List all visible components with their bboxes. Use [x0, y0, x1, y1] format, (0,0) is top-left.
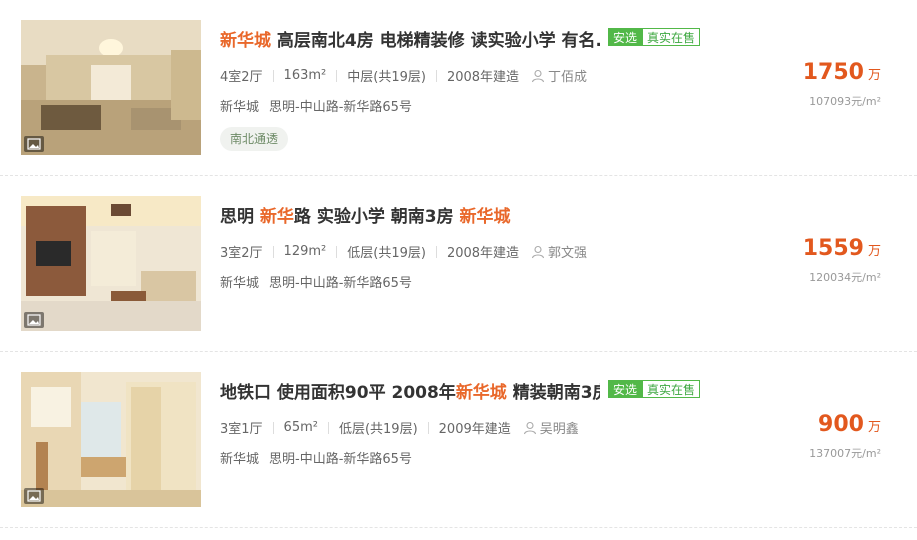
- person-icon: [523, 421, 536, 434]
- price-unit: 万: [867, 244, 881, 259]
- listing-list: 新华城 高层南北4房 电梯精装修 读实验小学 有名... 安选 真实在售 4室2…: [0, 0, 917, 528]
- build-year: 2008年建造: [446, 70, 520, 85]
- total-price: 1750 万: [803, 60, 881, 85]
- floor-area: 163m²: [283, 68, 327, 83]
- listing-card: 思明 新华路 实验小学 朝南3房 新华城 3室2厅 129m² 低层(共19层)…: [0, 176, 917, 352]
- photo-gallery-icon: [24, 488, 44, 504]
- agent-name: 郭文强: [548, 246, 588, 261]
- on-sale-badge: 真实在售: [642, 28, 701, 46]
- price-unit: 万: [867, 68, 881, 83]
- room-photo-bedroom: [21, 372, 201, 507]
- listing-meta: 4室2厅 163m² 中层(共19层) 2008年建造 丁佰成: [220, 66, 587, 85]
- photo-gallery-icon: [24, 136, 44, 152]
- anxuan-badge: 安选: [608, 380, 643, 398]
- total-price: 1559 万: [803, 236, 881, 261]
- unit-price: 107093元/m²: [809, 95, 881, 108]
- title-part: 新华城: [459, 207, 511, 227]
- room-layout: 3室1厅: [220, 422, 263, 437]
- photo-gallery-icon: [24, 312, 44, 328]
- title-part: 新华城: [220, 31, 271, 51]
- room-layout: 4室2厅: [220, 70, 263, 85]
- listing-title[interactable]: 地铁口 使用面积90平 2008年新华城 精装朝南3房...: [220, 378, 600, 403]
- listing-photo[interactable]: [21, 372, 201, 507]
- floor-area: 65m²: [283, 420, 318, 435]
- total-price: 900 万: [818, 412, 881, 437]
- listing-meta: 3室1厅 65m² 低层(共19层) 2009年建造 吴明鑫: [220, 418, 579, 437]
- room-photo-living-room: [21, 20, 201, 155]
- floor-level: 低层(共19层): [347, 246, 426, 261]
- listing-title[interactable]: 思明 新华路 实验小学 朝南3房 新华城: [220, 202, 511, 227]
- listing-photo[interactable]: [21, 20, 201, 155]
- agent-name: 丁佰成: [548, 70, 588, 85]
- listing-address: 新华城 思明-中山路-新华路65号: [220, 448, 412, 467]
- title-part: 高层南北4房 电梯精装修 读实验小学 有名...: [271, 31, 600, 51]
- location-text: 思明-中山路-新华路65号: [269, 452, 412, 467]
- price-value: 900: [818, 412, 864, 437]
- location-text: 思明-中山路-新华路65号: [269, 100, 412, 115]
- floor-level: 中层(共19层): [347, 70, 426, 85]
- community-link[interactable]: 新华城: [220, 276, 259, 291]
- badge-group: 安选 真实在售: [608, 380, 701, 398]
- title-part: 新华城: [455, 383, 507, 403]
- build-year: 2009年建造: [438, 422, 511, 437]
- room-photo-living-room: [21, 196, 201, 331]
- title-part: 新华: [259, 207, 294, 227]
- agent-name: 吴明鑫: [539, 422, 579, 437]
- location-text: 思明-中山路-新华路65号: [269, 276, 412, 291]
- price-value: 1559: [802, 236, 864, 261]
- on-sale-badge: 真实在售: [642, 380, 701, 398]
- community-link[interactable]: 新华城: [220, 100, 259, 115]
- listing-title[interactable]: 新华城 高层南北4房 电梯精装修 读实验小学 有名...: [220, 26, 600, 51]
- listing-address: 新华城 思明-中山路-新华路65号: [220, 96, 412, 115]
- floor-area: 129m²: [283, 244, 327, 259]
- agent[interactable]: 吴明鑫: [523, 418, 579, 437]
- room-layout: 3室2厅: [220, 246, 263, 261]
- price-value: 1750: [802, 60, 864, 85]
- listing-card: 新华城 高层南北4房 电梯精装修 读实验小学 有名... 安选 真实在售 4室2…: [0, 0, 917, 176]
- feature-tag: 南北通透: [220, 127, 289, 151]
- listing-card: 地铁口 使用面积90平 2008年新华城 精装朝南3房... 安选 真实在售 3…: [0, 352, 917, 528]
- title-part: 地铁口 使用面积90平 2008年: [220, 383, 456, 403]
- title-part: 思明: [220, 207, 260, 227]
- listing-photo[interactable]: [21, 196, 201, 331]
- person-icon: [531, 245, 545, 258]
- badge-group: 安选 真实在售: [608, 28, 701, 46]
- build-year: 2008年建造: [446, 246, 520, 261]
- floor-level: 低层(共19层): [338, 422, 418, 437]
- price-unit: 万: [867, 420, 881, 435]
- agent[interactable]: 郭文强: [531, 242, 587, 261]
- unit-price: 137007元/m²: [809, 447, 881, 460]
- community-link[interactable]: 新华城: [220, 452, 259, 467]
- listing-address: 新华城 思明-中山路-新华路65号: [220, 272, 412, 291]
- title-part: 精装朝南3房...: [512, 383, 600, 403]
- person-icon: [531, 69, 545, 82]
- title-part: 路 实验小学 朝南3房: [293, 207, 460, 227]
- agent[interactable]: 丁佰成: [531, 66, 587, 85]
- listing-meta: 3室2厅 129m² 低层(共19层) 2008年建造 郭文强: [220, 242, 587, 261]
- anxuan-badge: 安选: [608, 28, 643, 46]
- unit-price: 120034元/m²: [809, 271, 881, 284]
